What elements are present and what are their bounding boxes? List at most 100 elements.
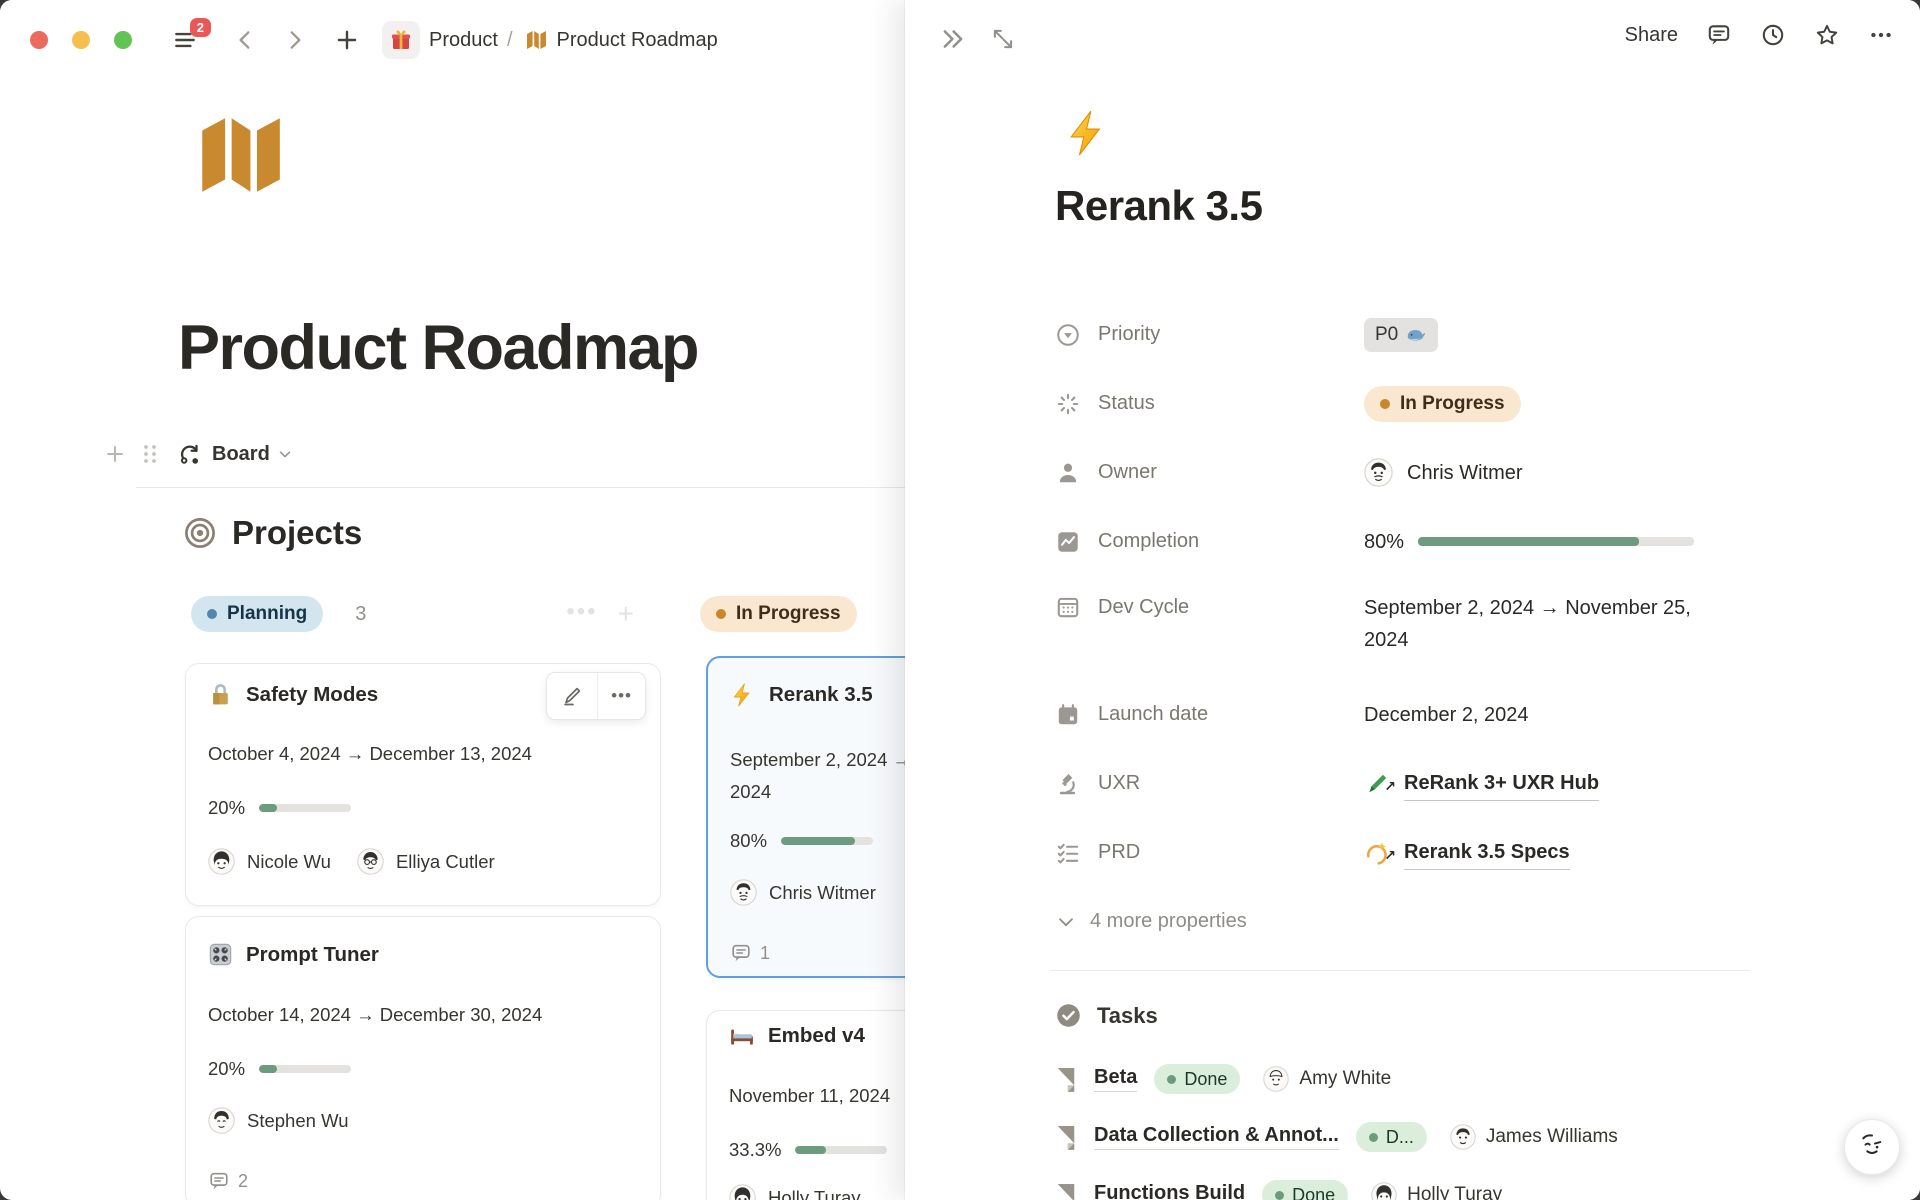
property-launch-date[interactable]: Launch date December 2, 2024	[1055, 680, 1865, 749]
dev-cycle-value: September 2, 2024 → November 25, 2024	[1364, 592, 1694, 656]
property-owner[interactable]: Owner Chris Witmer	[1055, 438, 1865, 507]
ellipsis-icon	[1868, 22, 1894, 48]
property-uxr[interactable]: UXR ↗ ReRank 3+ UXR Hub	[1055, 749, 1865, 818]
planning-tag[interactable]: Planning	[191, 596, 323, 632]
spinner-icon	[1055, 391, 1081, 417]
titlebar: 2 Product / Product Roadmap	[0, 0, 905, 80]
comment-count: 2	[238, 1171, 248, 1192]
planning-dot-icon	[207, 609, 217, 619]
card-more-button[interactable]: •••	[598, 673, 645, 719]
priority-icon	[1055, 322, 1081, 348]
comment-icon	[208, 1170, 230, 1192]
task-status-pill[interactable]: Done	[1154, 1064, 1240, 1094]
card-title[interactable]: Rerank 3.5	[769, 683, 873, 707]
priority-value-pill[interactable]: P0	[1364, 318, 1438, 352]
favorite-button[interactable]	[1814, 22, 1840, 48]
add-view-button[interactable]	[103, 442, 127, 466]
property-completion[interactable]: Completion 80%	[1055, 507, 1865, 576]
task-row-beta[interactable]: Beta Done Amy White	[1055, 1050, 1875, 1108]
column-more-button[interactable]: •••	[566, 598, 597, 630]
page-icon	[1055, 1182, 1077, 1200]
arrow-right-icon	[282, 27, 308, 53]
done-dot-icon	[1369, 1133, 1378, 1142]
task-status-pill[interactable]: D...	[1356, 1122, 1427, 1152]
drag-handle[interactable]	[141, 443, 159, 465]
task-list: Beta Done Amy White Data Collection	[1055, 1050, 1875, 1200]
link-arrow-icon: ↗	[1384, 770, 1396, 802]
sidebar-toggle-button[interactable]: 2	[172, 27, 198, 53]
property-prd[interactable]: PRD ↗ Rerank 3.5 Specs	[1055, 818, 1865, 887]
more-properties-button[interactable]: 4 more properties	[1055, 887, 1865, 956]
card-title[interactable]: Safety Modes	[246, 683, 378, 707]
open-full-page-button[interactable]	[990, 26, 1016, 52]
close-window-button[interactable]	[30, 31, 48, 49]
chart-icon	[1055, 529, 1081, 555]
task-title[interactable]: Functions Build	[1094, 1182, 1245, 1200]
close-peek-button[interactable]	[938, 24, 968, 54]
lock-icon	[208, 682, 233, 707]
prd-link[interactable]: Rerank 3.5 Specs	[1404, 836, 1570, 870]
page-title: Product Roadmap	[178, 312, 698, 384]
page-icon	[1055, 1066, 1077, 1092]
card-safety-modes[interactable]: Safety Modes ••• October 4, 2024 → Decem…	[185, 663, 661, 906]
task-title[interactable]: Data Collection & Annot...	[1094, 1124, 1339, 1150]
new-page-button[interactable]	[334, 27, 360, 53]
card-prompt-tuner[interactable]: Prompt Tuner October 14, 2024 → December…	[185, 916, 661, 1200]
view-cycle-icon	[177, 441, 203, 467]
card-title[interactable]: Prompt Tuner	[246, 943, 379, 967]
done-dot-icon	[1167, 1075, 1176, 1084]
task-row-functions-build[interactable]: Functions Build Done Holly Turay	[1055, 1166, 1875, 1200]
check-circle-icon	[1055, 1002, 1082, 1029]
task-status-pill[interactable]: Done	[1262, 1180, 1348, 1200]
completion-bar	[1418, 537, 1694, 546]
share-button[interactable]: Share	[1625, 24, 1678, 47]
person-icon	[1055, 460, 1081, 486]
whale-icon	[1405, 324, 1427, 346]
updates-button[interactable]	[1760, 22, 1786, 48]
column-header-in-progress: In Progress	[700, 596, 857, 632]
property-priority[interactable]: Priority P0	[1055, 300, 1865, 369]
in-progress-tag[interactable]: In Progress	[700, 596, 857, 632]
target-icon	[183, 516, 217, 550]
side-peek-panel: Share	[905, 0, 1920, 1200]
property-status[interactable]: Status In Progress	[1055, 369, 1865, 438]
minimize-window-button[interactable]	[72, 31, 90, 49]
avatar	[1263, 1066, 1289, 1092]
double-chevron-right-icon	[938, 24, 968, 54]
more-options-button[interactable]	[1868, 22, 1894, 48]
forward-button[interactable]	[282, 27, 308, 53]
status-value-pill[interactable]: In Progress	[1364, 386, 1521, 422]
page-icon-map[interactable]	[187, 106, 291, 204]
gift-icon	[389, 28, 413, 52]
person-name: Amy White	[1299, 1068, 1391, 1090]
column-count: 3	[355, 603, 366, 626]
pencil-icon	[560, 684, 584, 708]
uxr-link[interactable]: ReRank 3+ UXR Hub	[1404, 767, 1599, 801]
card-title[interactable]: Embed v4	[768, 1024, 865, 1048]
task-row-data-collection[interactable]: Data Collection & Annot... D... James Wi…	[1055, 1108, 1875, 1166]
peek-page-icon[interactable]	[1063, 108, 1113, 158]
task-title[interactable]: Beta	[1094, 1066, 1137, 1092]
back-button[interactable]	[232, 27, 258, 53]
checklist-icon	[1055, 840, 1081, 866]
avatar	[730, 879, 757, 906]
zoom-window-button[interactable]	[114, 31, 132, 49]
column-add-button[interactable]: +	[618, 598, 634, 630]
comments-button[interactable]	[1706, 22, 1732, 48]
calendar-icon	[1055, 594, 1081, 620]
breadcrumb-page[interactable]: Product Roadmap	[557, 29, 718, 52]
comment-count: 1	[760, 943, 770, 964]
launch-date-value: December 2, 2024	[1364, 699, 1529, 731]
property-dev-cycle[interactable]: Dev Cycle September 2, 2024 → November 2…	[1055, 576, 1865, 680]
plus-icon	[334, 27, 360, 53]
chevron-down-icon[interactable]	[276, 445, 294, 463]
card-edit-button[interactable]	[547, 673, 597, 719]
view-selector[interactable]: Board	[212, 443, 270, 466]
person-name: Holly Turay	[1407, 1184, 1502, 1200]
breadcrumb-product[interactable]: Product	[429, 29, 498, 52]
avatar	[1364, 458, 1393, 487]
breadcrumb-product-icon-chip[interactable]	[382, 21, 420, 59]
avatar	[1450, 1124, 1476, 1150]
avatar	[208, 1107, 235, 1134]
notion-ai-button[interactable]	[1844, 1119, 1900, 1175]
